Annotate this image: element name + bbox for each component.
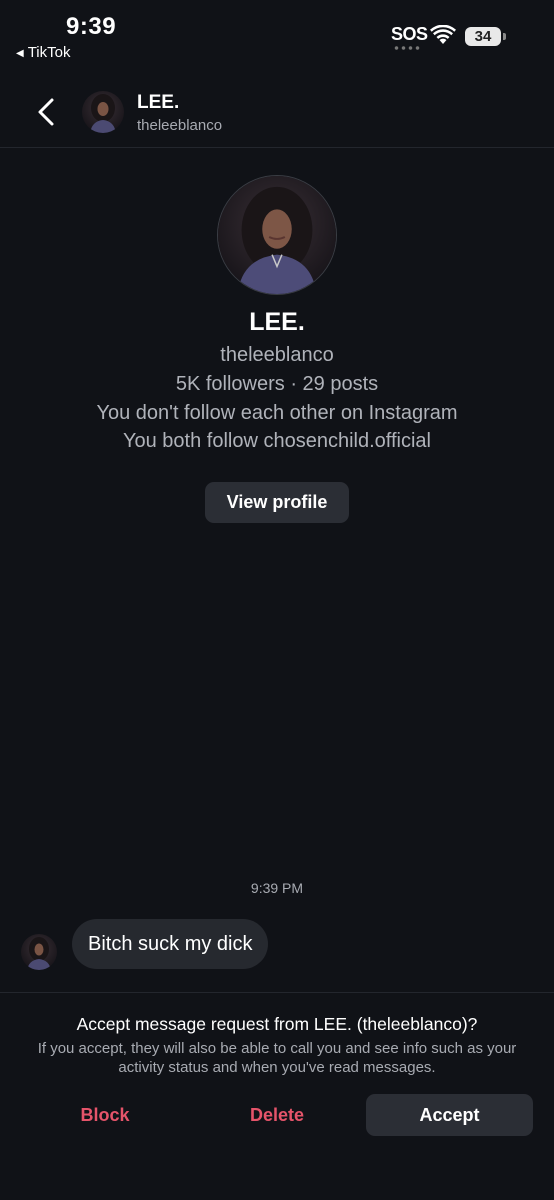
request-description: If you accept, they will also be able to…	[37, 1040, 517, 1076]
profile-username: theleeblanco	[220, 344, 334, 366]
message-avatar[interactable]	[21, 934, 57, 970]
request-title: Accept message request from LEE. (thelee…	[76, 1014, 478, 1034]
delete-button[interactable]: Delete	[232, 1094, 322, 1136]
status-bar: 9:39 ◀ TikTok SOS 34	[0, 0, 554, 72]
header-avatar[interactable]	[82, 91, 124, 133]
back-to-app-link[interactable]: ◀ TikTok	[16, 44, 70, 61]
chat-header: LEE. theleeblanco	[0, 72, 554, 148]
back-chevron-icon[interactable]	[30, 92, 62, 132]
wifi-icon	[430, 25, 456, 44]
profile-name: LEE.	[249, 308, 305, 336]
follow-status: You don't follow each other on Instagram	[96, 402, 458, 424]
battery-cap-icon	[503, 33, 506, 40]
profile-avatar[interactable]	[217, 175, 337, 295]
accept-button[interactable]: Accept	[366, 1094, 533, 1136]
status-time: 9:39	[66, 13, 117, 40]
sos-indicator: SOS	[391, 24, 428, 44]
view-profile-button[interactable]: View profile	[205, 482, 349, 523]
battery-level: 34	[474, 28, 492, 45]
mutual-follow: You both follow chosenchild.official	[123, 430, 431, 452]
back-triangle-icon: ◀	[16, 48, 24, 59]
header-username: theleeblanco	[137, 117, 223, 134]
profile-stats: 5K followers · 29 posts	[175, 373, 379, 395]
back-app-label: TikTok	[27, 44, 71, 61]
battery-icon: 34	[465, 27, 501, 46]
block-button[interactable]: Block	[60, 1094, 150, 1136]
signal-dots-icon	[393, 46, 421, 50]
header-name: LEE.	[137, 92, 180, 113]
message-request-panel: Accept message request from LEE. (thelee…	[0, 992, 554, 1200]
message-bubble[interactable]: Bitch suck my dick	[72, 919, 269, 969]
message-timestamp: 9:39 PM	[250, 880, 304, 896]
